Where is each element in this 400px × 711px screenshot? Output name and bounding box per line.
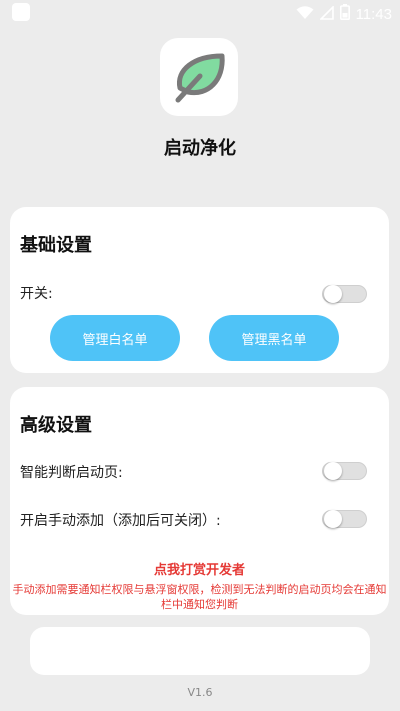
wifi-icon bbox=[296, 5, 314, 24]
advanced-settings-card: 高级设置 智能判断启动页: 开启手动添加（添加后可关闭）: 点我打赏开发者 手动… bbox=[10, 387, 389, 615]
manual-add-toggle[interactable] bbox=[322, 510, 367, 528]
leaf-icon bbox=[175, 53, 225, 103]
app-name: 启动净化 bbox=[164, 138, 236, 159]
switch-label: 开关: bbox=[20, 286, 53, 302]
toggle-knob bbox=[324, 462, 342, 480]
donate-developer-link[interactable]: 点我打赏开发者 bbox=[10, 559, 389, 578]
status-bar-right: 11:43 bbox=[296, 4, 392, 24]
smart-detect-toggle[interactable] bbox=[322, 462, 367, 480]
basic-settings-title: 基础设置 bbox=[20, 235, 92, 256]
basic-settings-card: 基础设置 开关: 管理白名单 管理黑名单 bbox=[10, 207, 389, 373]
manual-add-label: 开启手动添加（添加后可关闭）: bbox=[20, 513, 221, 529]
version-label: V1.6 bbox=[187, 686, 213, 699]
app-logo bbox=[160, 38, 238, 116]
manage-blacklist-button[interactable]: 管理黑名单 bbox=[209, 315, 339, 361]
signal-icon bbox=[318, 4, 334, 24]
smart-detect-label: 智能判断启动页: bbox=[20, 465, 123, 481]
empty-card bbox=[30, 627, 370, 675]
toggle-knob bbox=[324, 510, 342, 528]
advanced-settings-title: 高级设置 bbox=[20, 415, 92, 436]
manage-whitelist-button[interactable]: 管理白名单 bbox=[50, 315, 180, 361]
toggle-knob bbox=[324, 285, 342, 303]
status-bar: 11:43 bbox=[0, 0, 400, 28]
main-switch-toggle[interactable] bbox=[322, 285, 367, 303]
battery-icon bbox=[339, 4, 350, 24]
status-time: 11:43 bbox=[355, 5, 392, 23]
permission-notice: 手动添加需要通知栏权限与悬浮窗权限，检测到无法判断的启动页均会在通知栏中通知您判… bbox=[12, 583, 387, 611]
status-bar-left bbox=[12, 3, 30, 25]
app-square-icon bbox=[12, 3, 30, 21]
